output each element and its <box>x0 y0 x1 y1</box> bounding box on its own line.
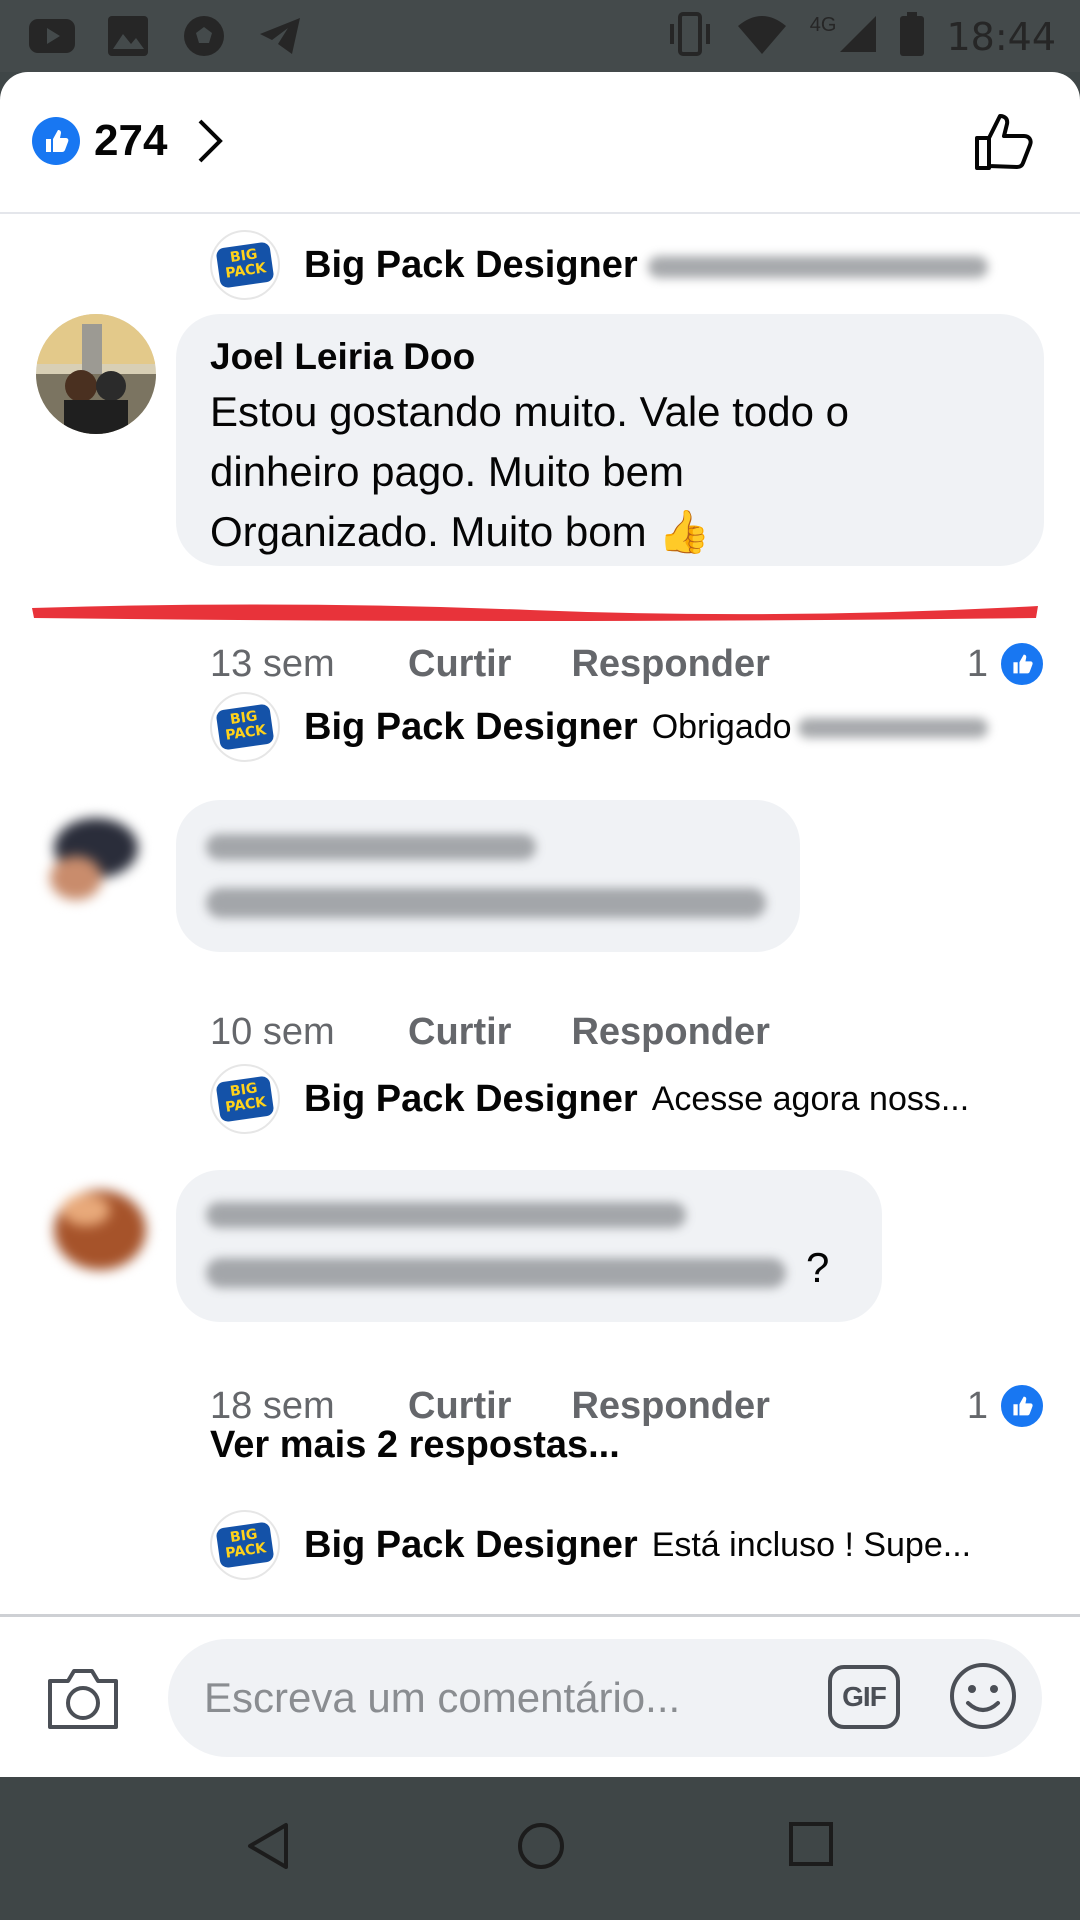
redacted-text <box>797 712 998 742</box>
comments-sheet: 274 BIG PACK Big Pack Designer Joel Leir… <box>0 72 1080 1777</box>
comment-author[interactable]: Joel Leiria Doo <box>210 332 1010 382</box>
comment-composer: GIF <box>0 1614 1080 1777</box>
battery-icon <box>900 12 925 61</box>
reply-text: Está incluso ! Supe... <box>651 1525 972 1564</box>
comment-bubble[interactable]: ? <box>176 1170 882 1322</box>
recents-button[interactable] <box>788 1821 834 1872</box>
reply-preview[interactable]: BIG PACK Big Pack Designer Está incluso !… <box>210 1510 1040 1580</box>
like-link[interactable]: Curtir <box>408 643 511 686</box>
back-triangle-icon <box>248 1823 288 1869</box>
like-reaction-icon <box>998 1382 1046 1430</box>
network-type: 4G <box>809 14 837 36</box>
camera-button[interactable] <box>46 1665 120 1736</box>
like-link[interactable]: Curtir <box>408 1011 511 1054</box>
like-link[interactable]: Curtir <box>408 1385 511 1428</box>
comment-timestamp: 13 sem <box>210 642 335 685</box>
reply-preview[interactable]: BIG PACK Big Pack Designer <box>210 230 1040 300</box>
comment-actions: 18 sem Curtir Responder 1 <box>210 1382 1046 1430</box>
home-button[interactable] <box>516 1821 566 1876</box>
comment-text: Estou gostando muito. Vale todo o <box>210 388 849 435</box>
comment-input-box[interactable]: GIF <box>168 1639 1042 1757</box>
comment-input[interactable] <box>204 1639 764 1757</box>
camera-icon <box>48 1669 118 1729</box>
avatar[interactable] <box>36 798 156 918</box>
avatar: BIG PACK <box>210 1510 280 1580</box>
like-button[interactable] <box>974 112 1036 177</box>
sheet-header: 274 <box>0 72 1080 214</box>
big-pack-logo: BIG PACK <box>215 241 275 289</box>
system-navigation-bar <box>0 1777 1080 1920</box>
comment-timestamp: 18 sem <box>210 1384 335 1427</box>
reactions-summary[interactable]: 274 <box>32 116 224 166</box>
comment-text: Organizado. Muito bom 👍 <box>210 508 711 555</box>
view-more-replies-link[interactable]: Ver mais 2 respostas... <box>210 1424 620 1467</box>
home-circle-icon <box>518 1823 564 1869</box>
comment-actions: 10 sem Curtir Responder <box>210 1011 1046 1054</box>
reply-author[interactable]: Big Pack Designer <box>304 706 638 749</box>
comment-list[interactable]: BIG PACK Big Pack Designer Joel Leiria Do… <box>0 216 1080 1614</box>
telegram-icon <box>256 14 304 58</box>
redacted-text <box>647 250 1040 280</box>
comment-like-count[interactable]: 1 <box>967 1382 1046 1430</box>
back-button[interactable] <box>246 1821 290 1876</box>
comment-bubble[interactable]: Joel Leiria Doo Estou gostando muito. Va… <box>176 314 1044 566</box>
reply-text: Acesse agora noss... <box>651 1079 970 1118</box>
comment-text: dinheiro pago. Muito bem <box>210 448 684 495</box>
clock: 18:44 <box>946 14 1056 59</box>
comment-timestamp: 10 sem <box>210 1011 335 1053</box>
red-highlight-underline <box>32 604 1038 621</box>
comment-like-count[interactable]: 1 <box>967 640 1046 688</box>
soccer-ball-icon <box>180 14 228 58</box>
thumbs-up-icon <box>975 114 1033 170</box>
reply-text: Obrigado <box>651 707 792 746</box>
like-count: 274 <box>94 116 168 165</box>
wifi-icon <box>736 14 788 59</box>
recents-square-icon <box>789 1822 833 1866</box>
reply-link[interactable]: Responder <box>571 1385 769 1428</box>
avatar: BIG PACK <box>210 692 280 762</box>
big-pack-logo: BIG PACK <box>215 1075 275 1123</box>
reply-author[interactable]: Big Pack Designer <box>304 1078 638 1121</box>
chevron-right-icon <box>199 119 224 163</box>
avatar[interactable] <box>36 1170 156 1290</box>
comment-bubble[interactable] <box>176 800 800 952</box>
avatar: BIG PACK <box>210 1064 280 1134</box>
like-reaction-icon <box>998 640 1046 688</box>
comment-text-end: ? <box>806 1244 830 1291</box>
image-icon <box>104 14 152 58</box>
like-reaction-icon <box>32 117 80 165</box>
reply-author[interactable]: Big Pack Designer <box>304 1524 638 1567</box>
status-bar: 4G 18:44 <box>0 0 1080 72</box>
reply-preview[interactable]: BIG PACK Big Pack Designer Acesse agora n… <box>210 1064 1040 1134</box>
avatar[interactable] <box>36 314 156 434</box>
signal-icon <box>838 14 878 59</box>
smiley-icon <box>950 1663 1016 1729</box>
vibrate-icon <box>666 12 714 61</box>
big-pack-logo: BIG PACK <box>215 703 275 751</box>
reply-link[interactable]: Responder <box>571 1011 769 1054</box>
avatar: BIG PACK <box>210 230 280 300</box>
comment-actions: 13 sem Curtir Responder 1 <box>210 640 1046 688</box>
youtube-icon <box>28 14 76 58</box>
reply-author[interactable]: Big Pack Designer <box>304 244 638 287</box>
reply-link[interactable]: Responder <box>571 643 769 686</box>
gif-button[interactable]: GIF <box>828 1665 900 1729</box>
big-pack-logo: BIG PACK <box>215 1521 275 1569</box>
emoji-button[interactable] <box>948 1661 1018 1736</box>
reply-preview[interactable]: BIG PACK Big Pack Designer Obrigado <box>210 692 1040 762</box>
